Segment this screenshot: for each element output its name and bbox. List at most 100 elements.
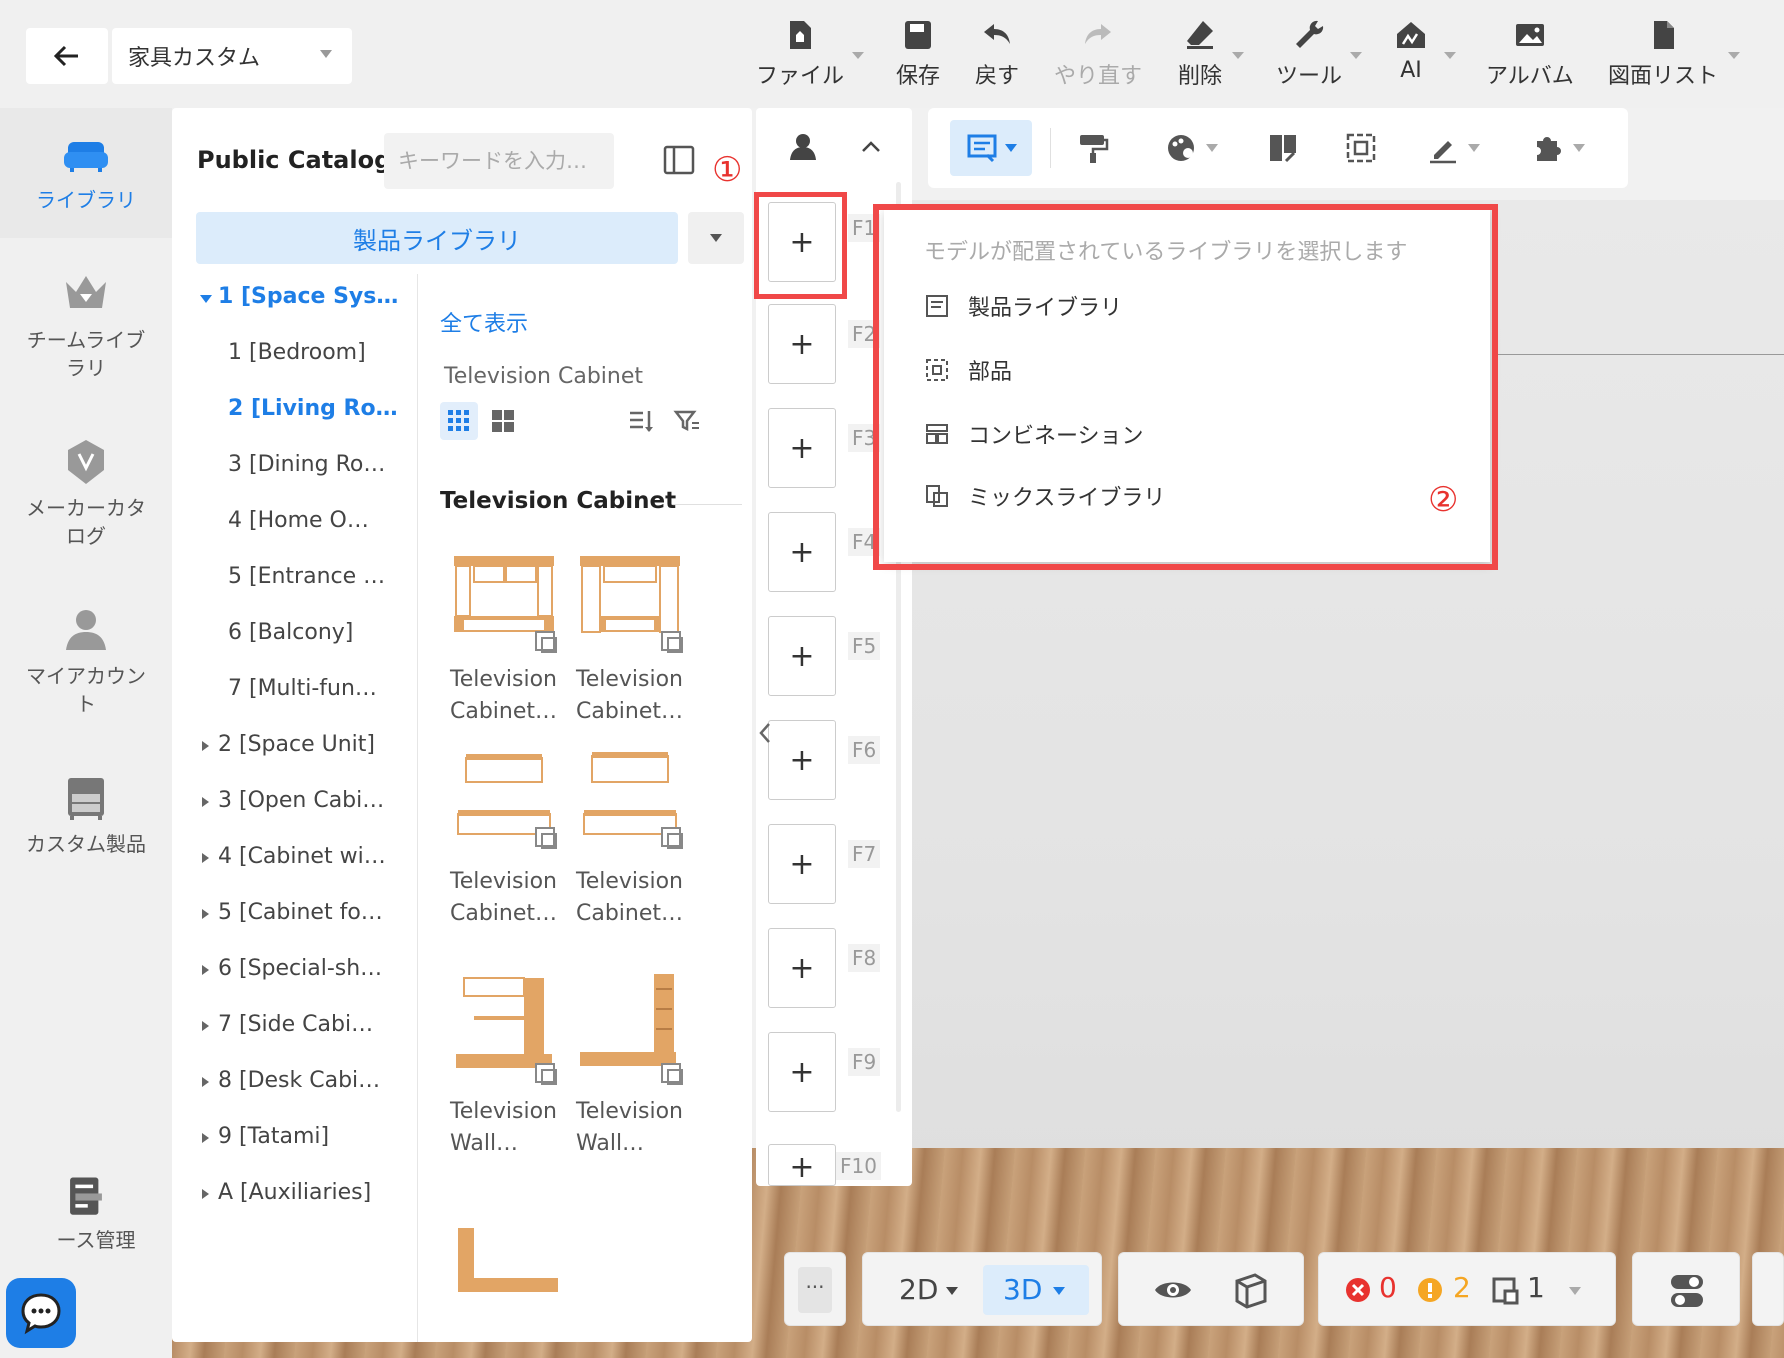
floor-key-label: F8	[848, 944, 881, 972]
wall-edge-line	[1498, 354, 1784, 355]
undo-button[interactable]: 戻す	[975, 18, 1019, 98]
floor-key-label: F6	[848, 736, 881, 764]
tree-item[interactable]: 1 [Space Sys…	[172, 284, 417, 309]
eye-icon[interactable]	[1153, 1273, 1193, 1307]
tree-item[interactable]: 2 [Space Unit]	[172, 732, 417, 757]
product-card[interactable]: Television Wall…	[444, 968, 566, 1160]
layout-toggle-icon[interactable]	[662, 143, 696, 177]
tree-item[interactable]: 8 [Desk Cabi…	[172, 1068, 417, 1093]
paint-roller-button[interactable]	[1068, 120, 1118, 176]
tree-item[interactable]: 7 [Multi-fun…	[172, 676, 417, 701]
product-card[interactable]: Television Cabinet…	[444, 738, 566, 930]
chevron-down-icon	[946, 1287, 959, 1295]
tree-item[interactable]: A [Auxiliaries]	[172, 1180, 417, 1205]
album-button[interactable]: アルバム	[1486, 18, 1574, 98]
product-card[interactable]: Television Cabinet…	[570, 536, 692, 728]
filter-button[interactable]	[668, 402, 706, 440]
floor-slot-f3[interactable]: +	[768, 408, 836, 488]
product-card[interactable]: Television Cabinet…	[444, 536, 566, 728]
drawing-list-button[interactable]: 図面リスト	[1608, 18, 1718, 98]
ai-caret-icon[interactable]	[1444, 52, 1456, 59]
palette-icon	[1168, 135, 1194, 161]
more-panel-edge[interactable]	[1752, 1252, 1784, 1326]
select-frame-icon	[1346, 133, 1376, 163]
view-3d-button[interactable]: 3D	[983, 1265, 1089, 1315]
more-options-button[interactable]: ···	[798, 1267, 832, 1313]
door-style-button[interactable]	[1258, 120, 1308, 176]
select-frame-button[interactable]	[1336, 120, 1386, 176]
edit-button[interactable]	[1418, 120, 1488, 176]
tree-item[interactable]: 1 [Bedroom]	[172, 340, 417, 365]
library-dropdown-button[interactable]	[688, 212, 744, 264]
large-grid-view-button[interactable]	[484, 402, 522, 440]
user-icon[interactable]	[786, 130, 820, 164]
nav-maker-catalog[interactable]: メーカーカタログ	[0, 436, 172, 566]
chat-support-button[interactable]	[6, 1278, 76, 1348]
nav-source-management[interactable]: ース管理	[0, 1174, 172, 1254]
product-card[interactable]: Television Cabinet…	[570, 738, 692, 930]
product-thumbnail	[580, 556, 683, 653]
floor-slot-f8[interactable]: +	[768, 928, 836, 1008]
delete-caret-icon[interactable]	[1232, 52, 1244, 59]
pen-edit-icon	[1430, 141, 1456, 164]
nav-library[interactable]: ライブラリ	[0, 108, 172, 238]
file-caret-icon[interactable]	[852, 52, 864, 59]
dots-grid-icon	[448, 410, 469, 431]
chat-icon	[21, 1293, 61, 1335]
tree-item[interactable]: 4 [Cabinet wi…	[172, 844, 417, 869]
floor-slot-f7[interactable]: +	[768, 824, 836, 904]
tree-item[interactable]: 3 [Dining Ro…	[172, 452, 417, 477]
file-icon	[790, 21, 811, 49]
tree-item[interactable]: 7 [Side Cabi…	[172, 1012, 417, 1037]
plugin-button[interactable]	[1518, 120, 1598, 176]
cube-icon[interactable]	[1231, 1269, 1271, 1309]
floor-slot-f6[interactable]: +	[768, 720, 836, 800]
arrow-left-icon	[53, 45, 78, 67]
tools-button[interactable]: ツール	[1276, 18, 1342, 98]
status-group[interactable]: 0 2 1	[1318, 1252, 1616, 1326]
tree-item[interactable]: 2 [Living Ro…	[172, 396, 417, 421]
floor-slot-f4[interactable]: +	[768, 512, 836, 592]
toggle-switch-icon[interactable]	[1667, 1271, 1707, 1311]
ai-button[interactable]: AI	[1394, 18, 1428, 98]
small-grid-view-button[interactable]	[440, 402, 478, 440]
product-card[interactable]: Television Wall…	[570, 968, 692, 1160]
file-button[interactable]: ファイル	[756, 18, 844, 98]
sort-button[interactable]	[622, 402, 660, 440]
chevron-down-icon[interactable]	[1569, 1287, 1581, 1295]
chevron-up-icon[interactable]	[858, 134, 884, 160]
error-count: 0	[1379, 1271, 1397, 1304]
library-select[interactable]: 製品ライブラリ	[196, 212, 678, 264]
material-button[interactable]	[1156, 120, 1226, 176]
show-all-link[interactable]: 全て表示	[440, 306, 528, 338]
nav-team-library[interactable]: チームライブラリ	[0, 268, 172, 398]
tree-item[interactable]: 6 [Special-sh…	[172, 956, 417, 981]
back-button[interactable]	[26, 28, 108, 84]
nav-custom-products[interactable]: カスタム製品	[0, 772, 172, 872]
delete-button[interactable]: 削除	[1178, 18, 1222, 98]
paint-roller-icon	[1080, 135, 1109, 163]
floor-slot-f10[interactable]: +	[768, 1144, 836, 1186]
tree-item[interactable]: 6 [Balcony]	[172, 620, 417, 645]
view-2d-button[interactable]: 2D	[899, 1273, 959, 1306]
tree-item[interactable]: 5 [Cabinet fo…	[172, 900, 417, 925]
drawing-list-caret-icon[interactable]	[1728, 52, 1740, 59]
tree-item[interactable]: 3 [Open Cabi…	[172, 788, 417, 813]
redo-button[interactable]: やり直す	[1054, 18, 1142, 98]
floor-slot-f5[interactable]: +	[768, 616, 836, 696]
floor-key-label: F7	[848, 840, 881, 868]
tree-item[interactable]: 4 [Home O…	[172, 508, 417, 533]
tree-item[interactable]: 5 [Entrance …	[172, 564, 417, 589]
collapse-panel-icon[interactable]	[754, 718, 776, 748]
floor-slot-f9[interactable]: +	[768, 1032, 836, 1112]
nav-my-account[interactable]: マイアカウント	[0, 604, 172, 734]
tools-caret-icon[interactable]	[1350, 52, 1362, 59]
select-library-button[interactable]	[950, 120, 1032, 176]
save-button[interactable]: 保存	[896, 18, 940, 98]
tree-item[interactable]: 9 [Tatami]	[172, 1124, 417, 1149]
floor-slot-f2[interactable]: +	[768, 304, 836, 384]
toolbar-divider	[1050, 128, 1051, 168]
product-thumbnail-partial[interactable]	[444, 1222, 574, 1292]
keyword-search-input[interactable]	[384, 133, 614, 189]
project-select[interactable]: 家具カスタム	[112, 28, 352, 84]
